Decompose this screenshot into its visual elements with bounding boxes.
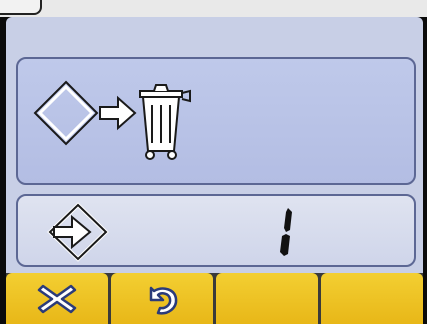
device-top-strip	[0, 0, 427, 17]
back-button[interactable]	[111, 273, 213, 324]
softkey-3-button[interactable]	[216, 273, 318, 324]
softkey-4-button[interactable]	[321, 273, 423, 324]
storage-entry-icon	[47, 202, 109, 262]
close-icon	[37, 284, 77, 313]
top-tab	[0, 0, 42, 15]
softkey-bar	[6, 273, 423, 324]
lcd-screen: 1	[6, 17, 423, 324]
quantity-counter: 1	[276, 206, 296, 258]
cancel-button[interactable]	[6, 273, 108, 324]
seven-segment-digit	[280, 208, 292, 256]
quantity-panel: 1	[16, 194, 416, 267]
process-panel	[16, 57, 416, 185]
storage-to-waste-bin-icon	[33, 80, 191, 160]
undo-icon	[149, 286, 178, 315]
